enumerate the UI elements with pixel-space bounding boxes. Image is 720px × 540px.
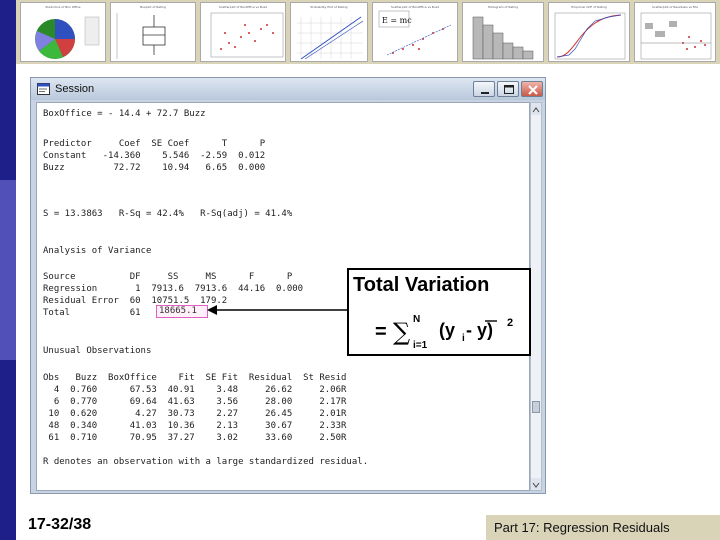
thumbnail-title: Scatterplot of BoxOffice vs Buzz	[390, 5, 440, 9]
boxplot-icon	[116, 13, 166, 59]
thumbnail-title: Predictors of Box Office	[45, 5, 81, 9]
output-line: 4 0.760 67.53 40.91 3.48 26.62 2.06R	[43, 385, 347, 395]
thumbnail-histogram[interactable]: Histogram of Rating	[462, 2, 544, 62]
probability-plot-icon	[297, 16, 364, 60]
close-button[interactable]	[521, 81, 543, 97]
scroll-down-button[interactable]	[531, 478, 541, 490]
thumbnail-title: Histogram of Rating	[487, 5, 519, 9]
close-icon	[528, 85, 538, 95]
thumbnail-title: Scatterplot of Residuals vs Fits	[652, 5, 698, 9]
formula-lower-limit: i=1	[413, 340, 428, 351]
minimize-icon	[481, 92, 489, 94]
thumbnail-title: Probability Plot of Rating	[310, 5, 348, 9]
chevron-up-icon	[532, 107, 540, 113]
output-line: Obs Buzz BoxOffice Fit SE Fit Residual S…	[43, 373, 347, 383]
total-ss-highlight: 18665.1	[156, 305, 208, 318]
thumbnail-boxplot[interactable]: Boxplot of Rating	[110, 2, 196, 62]
thumbnail-residuals[interactable]: Scatterplot of Residuals vs Fits	[634, 2, 716, 62]
vertical-scrollbar[interactable]	[530, 102, 542, 491]
slide-number: 17-32/38	[28, 516, 92, 533]
thumbnail-strip: Predictors of Box Office Boxplot of Rati…	[16, 0, 720, 64]
output-line: Total 61	[43, 308, 141, 318]
chevron-down-icon	[532, 482, 540, 488]
thumbnail-scatterplot[interactable]: Scatterplot of BoxOffice vs Buzz	[200, 2, 286, 62]
footer-bar: Part 17: Regression Residuals	[486, 515, 720, 540]
thumbnail-title: Boxplot of Rating	[140, 5, 166, 9]
thumbnail-pie-chart[interactable]: Predictors of Box Office	[20, 2, 106, 62]
pie-chart-icon	[35, 16, 100, 59]
formula-body: (y	[439, 320, 455, 340]
minimize-button[interactable]	[473, 81, 495, 97]
output-line: Source DF SS MS F P	[43, 272, 293, 282]
scatter-formula-icon: E = mc	[378, 10, 452, 56]
summation-icon: ∑	[393, 318, 410, 346]
formula-power: 2	[507, 317, 513, 329]
total-variation-formula: = ∑ N i=1 (y i - y) 2	[375, 314, 513, 351]
scatterplot-icon	[210, 12, 284, 58]
maximize-icon	[504, 85, 514, 94]
formula-upper-limit: N	[413, 314, 420, 325]
left-accent-bar	[0, 0, 16, 540]
thumbnail-title: Empirical CDF of Rating	[571, 5, 607, 9]
output-line: Unusual Observations	[43, 346, 152, 356]
title-bar[interactable]: Session	[31, 78, 545, 100]
svg-text:E = mc: E = mc	[382, 16, 412, 25]
total-variation-callout: Total Variation = ∑ N i=1 (y i - y) 2	[347, 268, 531, 356]
output-line: S = 13.3863 R-Sq = 42.4% R-Sq(adj) = 41.…	[43, 209, 293, 219]
output-line: Analysis of Variance	[43, 246, 152, 256]
thumbnail-ecdf[interactable]: Empirical CDF of Rating	[548, 2, 630, 62]
output-line: Regression 1 7913.6 7913.6 44.16 0.000	[43, 284, 304, 294]
output-line: 6 0.770 69.64 41.63 3.56 28.00 2.17R	[43, 397, 347, 407]
thumbnail-probability-plot[interactable]: Probability Plot of Rating	[290, 2, 368, 62]
footer-title: Part 17: Regression Residuals	[494, 520, 670, 535]
output-line: BoxOffice = - 14.4 + 72.7 Buzz	[43, 109, 206, 119]
left-accent-bar-light-segment	[0, 180, 16, 360]
formula-subscript: i	[462, 333, 465, 344]
histogram-icon	[472, 16, 534, 60]
residuals-icon	[640, 12, 712, 60]
thumbnail-scatter-formula[interactable]: Scatterplot of BoxOffice vs Buzz E = mc	[372, 2, 458, 62]
output-line: 48 0.340 41.03 10.36 2.13 30.67 2.33R	[43, 421, 347, 431]
session-icon	[37, 83, 50, 95]
output-line: Constant -14.360 5.546 -2.59 0.012	[43, 151, 266, 161]
window-title: Session	[55, 83, 95, 95]
scroll-thumb[interactable]	[532, 401, 540, 413]
output-line: 61 0.710 70.95 37.27 3.02 33.60 2.50R	[43, 433, 347, 443]
output-line: Predictor Coef SE Coef T P	[43, 139, 266, 149]
pointer-arrow	[207, 305, 353, 315]
thumbnail-title: Scatterplot of BoxOffice vs Buzz	[218, 5, 268, 9]
output-line: R denotes an observation with a large st…	[43, 457, 369, 467]
output-line: Buzz 72.72 10.94 6.65 0.000	[43, 163, 266, 173]
callout-title: Total Variation	[353, 274, 490, 296]
formula-mid: - y)	[466, 320, 493, 340]
output-line: 10 0.620 4.27 30.73 2.27 26.45 2.01R	[43, 409, 347, 419]
ecdf-icon	[554, 12, 626, 60]
formula-equals: =	[375, 321, 387, 343]
maximize-button[interactable]	[497, 81, 519, 97]
scroll-up-button[interactable]	[531, 103, 541, 115]
